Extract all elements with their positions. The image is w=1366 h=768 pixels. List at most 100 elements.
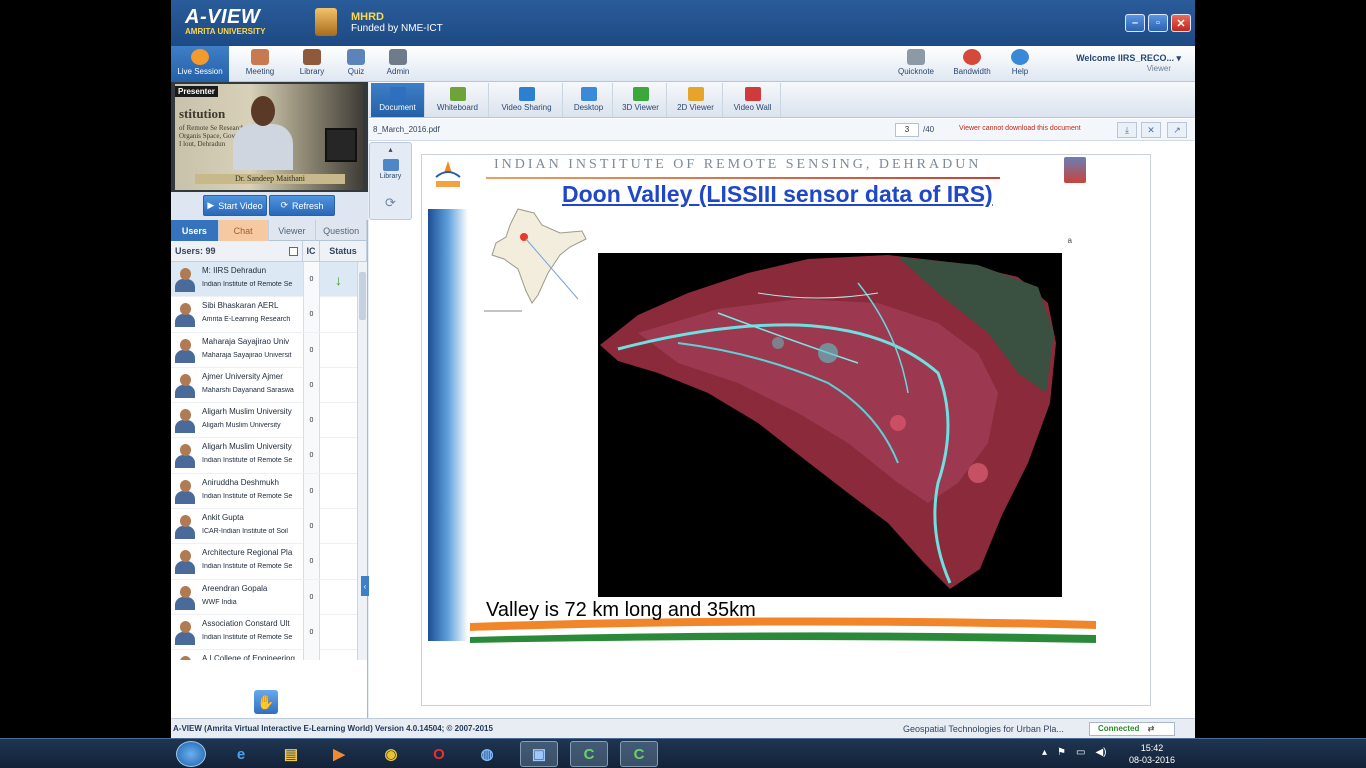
user-row[interactable]: A.I.College of Engineering [171, 650, 357, 660]
slide-caption: Valley is 72 km long and 35km [486, 599, 756, 621]
restore-button[interactable]: ▫ [1148, 14, 1168, 32]
tab-document[interactable]: Document [371, 83, 425, 117]
menu-meeting[interactable]: Meeting [231, 46, 289, 82]
page-number-input[interactable]: 3 [895, 123, 919, 137]
tab-video-sharing[interactable]: Video Sharing [491, 83, 563, 117]
sync-icon[interactable]: ⟳ [374, 195, 407, 211]
media-player-icon[interactable]: ▶ [320, 741, 358, 767]
camtasia-recorder-icon[interactable]: C [620, 741, 658, 767]
menu-live-session[interactable]: Live Session [171, 46, 229, 82]
opera-icon[interactable]: O [420, 741, 458, 767]
system-tray: ▴ ⚑ ▭ ◀) [1042, 747, 1106, 758]
quiz-icon [347, 49, 365, 65]
user-organization: Indian Institute of Remote Se [202, 492, 293, 500]
user-row[interactable]: Areendran Gopala WWF India 0 [171, 579, 357, 615]
menu-label: Admin [386, 67, 410, 76]
select-all-checkbox[interactable] [289, 246, 298, 256]
aview-taskbar-icon[interactable]: ▣ [520, 741, 558, 767]
user-row[interactable]: M: IIRS Dehradun Indian Institute of Remo… [171, 262, 357, 298]
start-button[interactable] [176, 741, 206, 767]
menu-help[interactable]: Help [991, 46, 1049, 82]
connection-status: Connected ⇄ [1089, 722, 1175, 736]
library-tool-button[interactable]: Library [374, 159, 407, 180]
user-row[interactable]: Ankit Gupta ICAR-Indian Institute of Soil… [171, 509, 357, 545]
chrome-icon[interactable]: ◉ [372, 741, 410, 767]
refresh-label: Refresh [292, 200, 324, 211]
user-row[interactable]: Aligarh Muslim University Aligarh Muslim … [171, 403, 357, 439]
sidetools-collapse-icon[interactable]: ▴ [374, 145, 407, 154]
slide-corner-logo-icon [1064, 157, 1086, 183]
start-video-button[interactable]: ▶ Start Video [203, 195, 267, 216]
user-status: ↓ [335, 271, 342, 288]
user-ic: 0 [303, 403, 320, 439]
user-row[interactable]: Ajmer University Ajmer Maharshi Dayanand … [171, 367, 357, 404]
users-list: M: IIRS Dehradun Indian Institute of Remo… [171, 262, 357, 660]
user-name: Maharaja Sayajirao Univ [202, 336, 290, 346]
tab-label: Whiteboard [437, 103, 478, 112]
menu-label: Quicknote [897, 67, 935, 76]
university-name: AMRITA UNIVERSITY [185, 27, 266, 36]
user-name: Areendran Gopala [202, 583, 268, 593]
presenter-person [233, 96, 293, 170]
user-ic: 0 [303, 297, 320, 333]
library-icon [303, 49, 321, 65]
close-button[interactable]: ✕ [1171, 14, 1191, 32]
raise-hand-button[interactable]: ✋ [254, 690, 278, 714]
tab-label: Desktop [573, 103, 604, 112]
user-ic: 0 [303, 509, 320, 545]
tab-3d-viewer[interactable]: 3D Viewer [615, 83, 667, 117]
tab-chat[interactable]: Chat [218, 220, 269, 241]
tab-2d-viewer[interactable]: 2D Viewer [669, 83, 723, 117]
flag-icon[interactable]: ⚑ [1057, 747, 1066, 758]
download-icon[interactable]: ⤓ [1117, 122, 1137, 138]
presenter-label: Presenter [175, 86, 218, 97]
camtasia-icon[interactable]: C [570, 741, 608, 767]
minimize-button[interactable]: – [1125, 14, 1145, 32]
clock[interactable]: 15:42 08-03-2016 [1122, 742, 1182, 766]
user-row[interactable]: Aniruddha Deshmukh Indian Institute of Re… [171, 473, 357, 510]
tab-label: Video Wall [733, 103, 772, 112]
app-icon[interactable]: ◍ [468, 741, 506, 767]
tab-video-wall[interactable]: Video Wall [725, 83, 781, 117]
menu-quicknote[interactable]: Quicknote [887, 46, 945, 82]
version-info: A-VIEW (Amrita Virtual Interactive E-Lea… [173, 724, 493, 733]
tab-question[interactable]: Question [316, 220, 367, 241]
user-ic: 0 [303, 614, 320, 650]
tab-label: 2D Viewer [677, 103, 714, 112]
user-avatar-icon [175, 479, 195, 504]
play-icon: ▶ [207, 200, 215, 210]
page-total: /40 [923, 125, 935, 134]
user-row[interactable]: Maharaja Sayajirao Univ Maharaja Sayajira… [171, 332, 357, 368]
tab-label: Video Sharing [501, 103, 552, 112]
users-scrollbar[interactable] [357, 262, 367, 660]
user-row[interactable]: Aligarh Muslim University Indian Institut… [171, 438, 357, 474]
user-row[interactable]: Association Constard Ult Indian Institute… [171, 614, 357, 651]
user-organization: Amrita E-Learning Research [202, 316, 291, 324]
network-icon[interactable]: ▭ [1076, 747, 1085, 758]
tab-whiteboard[interactable]: Whiteboard [427, 83, 489, 117]
user-status [320, 509, 357, 544]
tab-users[interactable]: Users [171, 220, 219, 241]
ie-icon[interactable]: e [222, 741, 260, 767]
user-status [320, 615, 357, 650]
collapse-panel-button[interactable]: ‹ [361, 576, 369, 596]
menu-label: Library [299, 67, 325, 76]
tray-expand-icon[interactable]: ▴ [1042, 747, 1047, 758]
user-ic: 0 [303, 544, 320, 580]
user-status [320, 368, 357, 403]
welcome-user[interactable]: Welcome IIRS_RECO... ▾ Viewer [1076, 53, 1181, 73]
refresh-button[interactable]: ⟳ Refresh [269, 195, 335, 216]
tab-viewer[interactable]: Viewer [269, 220, 317, 241]
menu-admin[interactable]: Admin [369, 46, 427, 82]
close-document-icon[interactable]: ✕ [1141, 122, 1161, 138]
user-name: Aligarh Muslim University [202, 407, 292, 417]
tab-desktop[interactable]: Desktop [565, 83, 613, 117]
content-area: Document Whiteboard Video Sharing Desktop 3D… [369, 82, 1195, 718]
user-row[interactable]: Sibi Bhaskaran AERL Amrita E-Learning Res… [171, 297, 357, 333]
user-row[interactable]: Architecture Regional Pla Indian Institut… [171, 544, 357, 580]
expand-icon[interactable]: ↗ [1167, 122, 1187, 138]
desktop-icon [580, 87, 597, 101]
volume-icon[interactable]: ◀) [1095, 747, 1106, 758]
explorer-icon[interactable]: ▤ [272, 741, 310, 767]
user-ic: 0 [303, 473, 320, 509]
